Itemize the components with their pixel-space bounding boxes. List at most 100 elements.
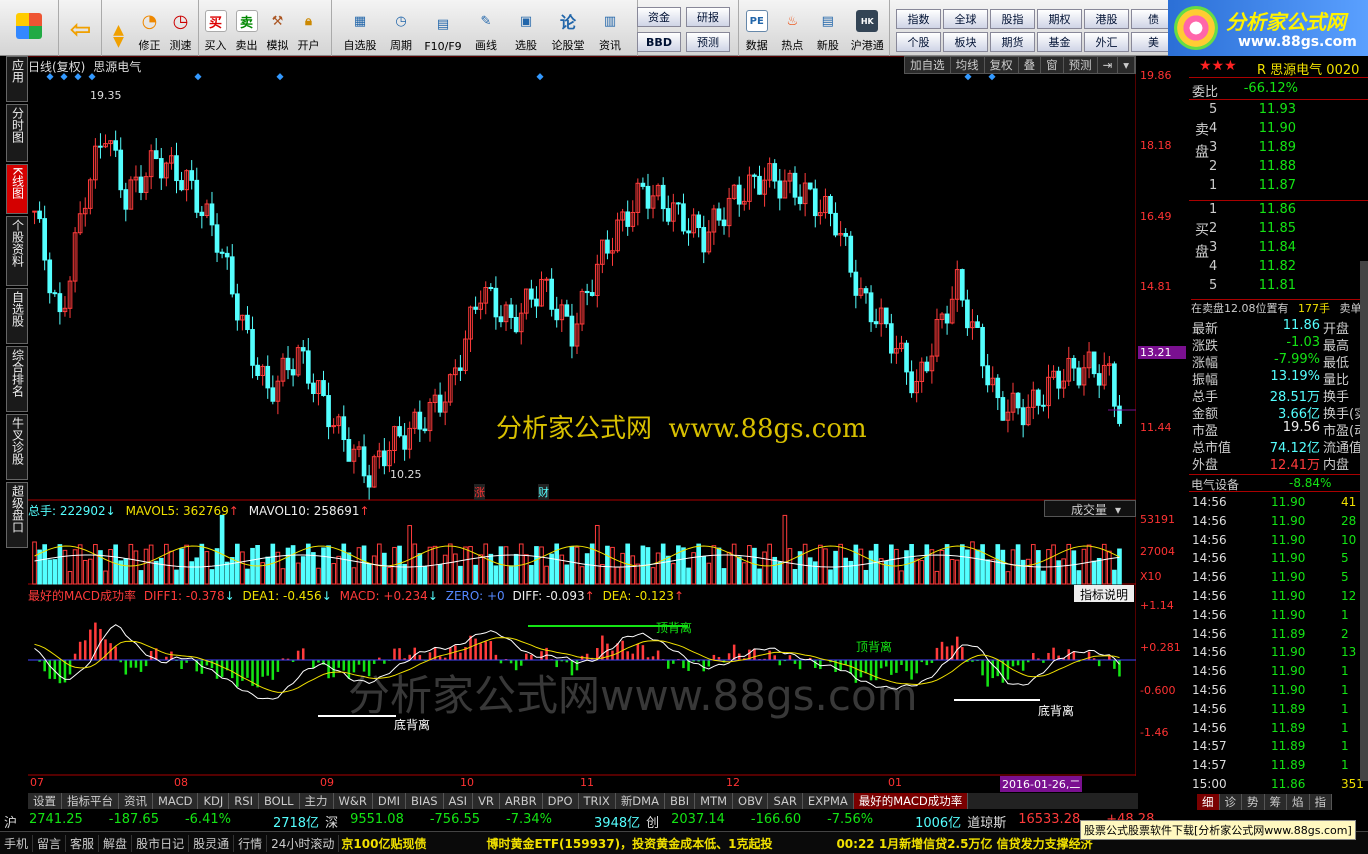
data-button[interactable]: PE 数据 <box>739 0 775 56</box>
indicator-tab[interactable]: 资讯 <box>119 793 153 809</box>
indicator-tab[interactable]: TRIX <box>578 793 616 809</box>
indicator-tab[interactable]: ARBR <box>499 793 543 809</box>
nav-global[interactable]: 全球 <box>943 9 988 29</box>
tool-pin-icon[interactable]: ⇥ <box>1097 57 1119 73</box>
fix-button[interactable]: ◔ 修正 <box>134 0 165 56</box>
indicator-tab[interactable]: ASI <box>443 793 474 809</box>
up-down-button[interactable]: ▲ ▼ <box>103 0 134 56</box>
indicator-tab[interactable]: BBI <box>664 793 696 809</box>
quote-tab-chips[interactable]: 筹 <box>1264 794 1287 810</box>
bbd-button[interactable]: BBD <box>637 32 681 52</box>
nav-forex[interactable]: 外汇 <box>1084 31 1129 52</box>
home-button[interactable] <box>0 0 58 56</box>
nav-stocks[interactable]: 个股 <box>896 31 941 52</box>
buy-level-row[interactable]: 5 11.81 <box>1189 278 1368 297</box>
period-button[interactable]: ◷ 周期 <box>382 0 420 56</box>
volume-indicator-dropdown[interactable]: 成交量 ▾ <box>1044 500 1136 517</box>
tab-apps[interactable]: 应用 <box>6 56 28 102</box>
nav-sectors[interactable]: 板块 <box>943 31 988 52</box>
new-stock-button[interactable]: ▤ 新股 <box>810 0 846 56</box>
index-item[interactable]: 创 2037.14 -166.60 -7.56% 1006亿 <box>646 812 961 831</box>
buy-level-row[interactable]: 4 11.82 <box>1189 259 1368 278</box>
news-ticker-3[interactable]: 00:22 1月新增信贷2.5万亿 信贷发力支撑经济 <box>836 835 1092 852</box>
sell-level-row[interactable]: 4 11.90 <box>1189 121 1368 140</box>
nav-futures[interactable]: 期货 <box>990 31 1035 52</box>
index-item[interactable]: 深 9551.08 -756.55 -7.34% 3948亿 <box>325 812 640 831</box>
index-item[interactable]: 沪 2741.25 -187.65 -6.41% 2718亿 <box>4 812 319 831</box>
buy-level-row[interactable]: 1 11.86 <box>1189 202 1368 221</box>
indicator-tab[interactable]: 新DMA <box>615 793 665 809</box>
hotspot-button[interactable]: ♨ 热点 <box>775 0 811 56</box>
indicator-tab[interactable]: W&R <box>333 793 373 809</box>
indicator-tab[interactable]: 最好的MACD成功率 <box>853 793 969 809</box>
status-mobile[interactable]: 手机 <box>0 834 34 852</box>
nav-hk-stocks[interactable]: 港股 <box>1084 9 1129 29</box>
f10-button[interactable]: ▤ F10/F9 <box>420 0 466 56</box>
indicator-tab[interactable]: VR <box>473 793 500 809</box>
buy-button[interactable]: 买买入 <box>200 0 231 56</box>
indicator-tab[interactable]: EXPMA <box>802 793 854 809</box>
status-message[interactable]: 留言 <box>33 834 67 852</box>
status-service[interactable]: 客服 <box>66 834 100 852</box>
nav-index-futures[interactable]: 股指 <box>990 9 1035 29</box>
funds-button[interactable]: 资金 <box>637 7 681 27</box>
draw-line-button[interactable]: ✎ 画线 <box>466 0 506 56</box>
indicator-tab[interactable]: DMI <box>372 793 407 809</box>
nav-options[interactable]: 期权 <box>1037 9 1082 29</box>
promo-banner[interactable]: 股票公式股票软件下载[分析家公式网www.88gs.com] <box>1080 820 1356 840</box>
indicator-help-button[interactable]: 指标说明 <box>1073 585 1134 602</box>
indicator-tab[interactable]: KDJ <box>198 793 230 809</box>
tool-ma[interactable]: 均线 <box>950 57 985 73</box>
stock-picker-button[interactable]: ▣ 选股 <box>506 0 546 56</box>
status-quotes[interactable]: 行情 <box>234 834 268 852</box>
sell-level-row[interactable]: 2 11.88 <box>1189 159 1368 178</box>
tab-stock-info[interactable]: 个股资料 <box>6 216 28 286</box>
indicator-tab[interactable]: RSI <box>229 793 259 809</box>
indicator-tab[interactable]: MTM <box>695 793 734 809</box>
panel-scrollbar[interactable] <box>1360 261 1368 781</box>
speed-test-button[interactable]: ◷ 测速 <box>165 0 196 56</box>
quote-tab-detail[interactable]: 细 <box>1197 794 1220 810</box>
indicator-tab[interactable]: DPO <box>542 793 579 809</box>
tab-kline[interactable]: K线图 <box>6 164 28 214</box>
research-button[interactable]: 研报 <box>686 7 730 27</box>
forum-button[interactable]: 论论股堂 <box>546 0 590 56</box>
simulate-button[interactable]: ⚒ 模拟 <box>262 0 293 56</box>
sell-level-row[interactable]: 1 11.87 <box>1189 178 1368 197</box>
indicator-tab[interactable]: 主力 <box>299 793 334 809</box>
indicator-tab[interactable]: 设置 <box>28 793 62 809</box>
sell-level-row[interactable]: 3 11.89 <box>1189 140 1368 159</box>
tool-menu-icon[interactable]: ▾ <box>1118 57 1135 73</box>
indicator-tab[interactable]: BOLL <box>258 793 300 809</box>
buy-level-row[interactable]: 2 11.85 <box>1189 221 1368 240</box>
back-button[interactable]: ⇦ <box>60 0 101 56</box>
forecast-button[interactable]: 预测 <box>686 32 730 52</box>
news-ticker-2[interactable]: 博时黄金ETF(159937)，投资黄金成本低、1克起投 <box>486 835 772 852</box>
buy-level-row[interactable]: 3 11.84 <box>1189 240 1368 259</box>
tool-overlay[interactable]: 叠 <box>1018 57 1042 73</box>
news-ticker-1[interactable]: 京100亿贴现债 <box>341 835 426 852</box>
sell-level-row[interactable]: 5 11.93 <box>1189 102 1368 121</box>
hk-connect-button[interactable]: HK 沪港通 <box>846 0 889 56</box>
status-news-24h[interactable]: 24小时滚动 <box>267 834 340 852</box>
tab-watchlist[interactable]: 自选股 <box>6 288 28 344</box>
tool-add-watch[interactable]: 加自选 <box>905 57 951 73</box>
open-account-button[interactable]: 🔒︎ 开户 <box>293 0 324 56</box>
tool-adjust[interactable]: 复权 <box>984 57 1019 73</box>
quote-tab-flame[interactable]: 焰 <box>1287 794 1310 810</box>
tab-ranking[interactable]: 综合排名 <box>6 346 28 412</box>
indicator-tab[interactable]: OBV <box>733 793 769 809</box>
watchlist-button[interactable]: ▦ 自选股 <box>338 0 382 56</box>
tab-diagnosis[interactable]: 牛叉诊股 <box>6 414 28 480</box>
quote-tab-trend[interactable]: 势 <box>1242 794 1265 810</box>
sell-button[interactable]: 卖卖出 <box>231 0 262 56</box>
quote-tab-index[interactable]: 指 <box>1309 794 1332 810</box>
tool-forecast[interactable]: 预测 <box>1063 57 1098 73</box>
nav-index[interactable]: 指数 <box>896 9 941 29</box>
nav-funds[interactable]: 基金 <box>1037 31 1082 52</box>
indicator-tab[interactable]: MACD <box>153 793 199 809</box>
news-button[interactable]: ▥ 资讯 <box>590 0 630 56</box>
tool-window[interactable]: 窗 <box>1041 57 1064 73</box>
tab-super-order[interactable]: 超级盘口 <box>6 482 28 548</box>
status-diary[interactable]: 股市日记 <box>132 834 190 852</box>
